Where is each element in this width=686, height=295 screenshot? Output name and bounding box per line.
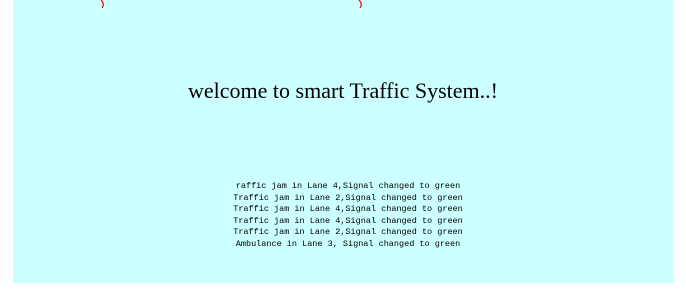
log-item: Ambulance in Lane 3, Signal changed to g…	[235, 238, 461, 249]
red-stroke-right	[358, 0, 362, 9]
red-stroke-left	[100, 0, 104, 9]
log-item: raffic jam in Lane 4,Signal changed to g…	[235, 181, 461, 191]
log-item: Traffic jam in Lane 4,Signal changed to …	[233, 215, 463, 226]
log-item: Traffic jam in Lane 4,Signal changed to …	[233, 204, 463, 214]
header-decoration	[100, 0, 362, 9]
signal-log-list: raffic jam in Lane 4,Signal changed to g…	[13, 181, 673, 250]
page-title: welcome to smart Traffic System..!	[188, 78, 498, 103]
main-panel: welcome to smart Traffic System..! raffi…	[13, 0, 673, 283]
log-item: Traffic jam in Lane 2,Signal changed to …	[233, 192, 463, 203]
log-item: Traffic jam in Lane 2,Signal changed to …	[233, 227, 463, 237]
